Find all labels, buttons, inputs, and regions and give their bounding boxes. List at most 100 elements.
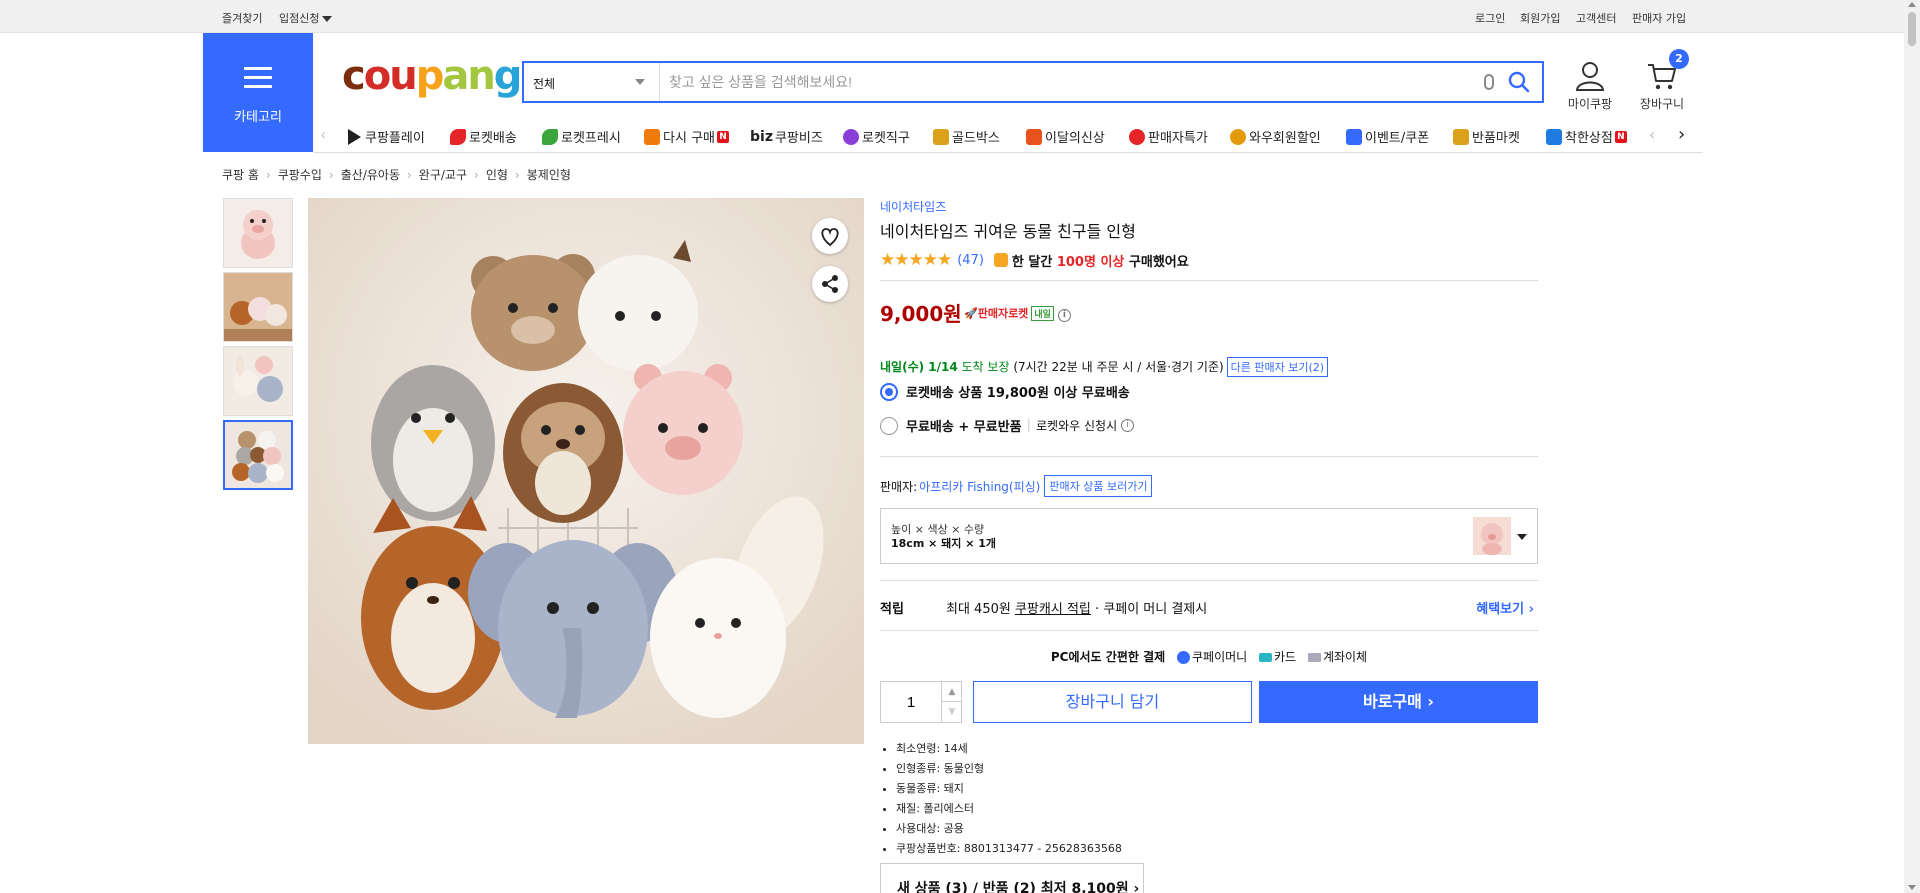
spec-item: 재질: 폴리에스터: [896, 800, 1122, 816]
spec-item: 사용대상: 공용: [896, 820, 1122, 836]
buyers-prefix: 한 달간: [1011, 254, 1057, 270]
nav-item-label: 착한상점: [1565, 131, 1613, 146]
nav-item-label: 로켓프레시: [561, 131, 621, 146]
nav-next-arrow-icon[interactable]: ›: [1678, 124, 1685, 145]
return-market-icon: [1453, 128, 1469, 145]
search-input[interactable]: [669, 71, 1469, 93]
breadcrumb-item[interactable]: 쿠팡 홈: [222, 168, 259, 182]
product-price: 9,000원: [880, 302, 962, 326]
add-to-cart-button[interactable]: 장바구니 담기: [973, 681, 1252, 723]
nav-item-good-store[interactable]: 착한상점 N: [1546, 127, 1627, 146]
seller-rocket-label: 판매자로켓: [977, 307, 1029, 320]
divider: [880, 630, 1538, 631]
nav-item-rocket-fresh[interactable]: 로켓프레시: [542, 127, 621, 146]
nav-item-rocket-global[interactable]: 로켓직구: [843, 127, 910, 146]
shipping-option-rocket[interactable]: 로켓배송 상품 19,800원 이상 무료배송: [880, 382, 1130, 401]
nav-item-repurchase[interactable]: 다시 구매 N: [644, 127, 729, 146]
nav-item-coupang-biz[interactable]: biz 쿠팡비즈: [750, 127, 823, 147]
breadcrumb-item[interactable]: 인형: [486, 168, 508, 182]
spec-item: 인형종류: 동물인형: [896, 760, 1122, 776]
new-badge: N: [716, 130, 729, 143]
breadcrumb-item[interactable]: 쿠팡수입: [278, 168, 322, 182]
coupang-cash-link[interactable]: 쿠팡캐시 적립: [1015, 602, 1091, 617]
nav-item-wow-discount[interactable]: 와우회원할인: [1230, 127, 1321, 146]
buy-now-button[interactable]: 바로구매 ›: [1259, 681, 1538, 723]
customer-center-link[interactable]: 고객센터: [1576, 10, 1616, 26]
signup-link[interactable]: 회원가입: [1520, 10, 1560, 26]
category-shortcut-nav: ‹ 쿠팡플레이 로켓배송 로켓프레시 다시 구매 N biz 쿠팡비즈 로켓직구 골…: [313, 123, 1703, 153]
product-main-image[interactable]: [308, 198, 864, 744]
search-scope-select[interactable]: 전체: [524, 63, 660, 101]
tomorrow-tag: 내일: [1031, 306, 1054, 321]
delivery-condition: (7시간 22분 내 주문 시 / 서울·경기 기준): [1013, 360, 1224, 374]
info-icon[interactable]: i: [1057, 309, 1071, 322]
breadcrumb-item[interactable]: 봉제인형: [527, 168, 571, 182]
new-icon: [1026, 128, 1042, 145]
points-label: 적립: [880, 602, 904, 617]
nav-prev-arrow-icon[interactable]: ‹: [1649, 125, 1655, 144]
delivery-date: 내일(수) 1/14: [880, 360, 958, 374]
option-select[interactable]: 높이 × 색상 × 수량 18cm × 돼지 × 1개: [880, 508, 1538, 564]
shipping-option-wow[interactable]: 무료배송 + 무료반품 | 로켓와우 신청시 i: [880, 416, 1135, 435]
nav-item-rocket-delivery[interactable]: 로켓배송: [450, 127, 517, 146]
product-thumbnail-selected[interactable]: [223, 420, 293, 490]
scroll-up-icon[interactable]: [1908, 2, 1916, 7]
favorites-link[interactable]: 즐겨찾기: [222, 10, 262, 26]
play-icon: [348, 128, 361, 145]
rocket-icon: 🚀: [964, 307, 978, 320]
category-menu-button[interactable]: 카테고리: [203, 33, 313, 152]
nav-item-coupang-play[interactable]: 쿠팡플레이: [348, 127, 425, 146]
brand-link[interactable]: 네이처타임즈: [880, 198, 946, 215]
quantity-input[interactable]: [881, 682, 941, 722]
nav-item-label: 이달의신상: [1045, 131, 1105, 146]
quantity-increase-icon[interactable]: ▲: [941, 682, 962, 702]
nav-item-monthly-new[interactable]: 이달의신상: [1026, 127, 1105, 146]
benefits-link[interactable]: 혜택보기 ›: [1476, 598, 1534, 617]
product-thumbnail[interactable]: [223, 198, 293, 268]
my-coupang-button[interactable]: 마이쿠팡: [1564, 60, 1616, 112]
shipping-option-note: 로켓와우 신청시: [1036, 419, 1118, 433]
search-icon[interactable]: [1508, 71, 1530, 93]
nav-item-label: 로켓배송: [469, 131, 517, 146]
info-icon[interactable]: i: [1121, 419, 1135, 432]
share-button[interactable]: [812, 266, 848, 302]
quantity-decrease-icon[interactable]: ▼: [941, 702, 962, 722]
nav-item-goldbox[interactable]: 골드박스: [933, 127, 1000, 146]
new-used-offers-button[interactable]: 새 상품 (3) / 반품 (2) 최저 8,100원 ›: [880, 863, 1144, 893]
seller-products-button[interactable]: 판매자 상품 보러가기: [1044, 475, 1153, 497]
nav-item-seller-deal[interactable]: 판매자특가: [1129, 127, 1208, 146]
option-value: 18cm × 돼지 × 1개: [891, 537, 997, 550]
product-specs-list: 최소연령: 14세 인형종류: 동물인형 동물종류: 돼지 재질: 폴리에스터 …: [896, 740, 1122, 860]
login-link[interactable]: 로그인: [1475, 10, 1505, 26]
rocket-fresh-icon: [542, 128, 558, 145]
quantity-stepper: ▲ ▼: [880, 681, 962, 723]
nav-item-return-market[interactable]: 반품마켓: [1453, 127, 1520, 146]
nav-prev-arrow-icon[interactable]: ‹: [320, 125, 326, 144]
scrollbar-thumb[interactable]: [1908, 12, 1916, 46]
option-thumbnail: [1473, 517, 1511, 555]
user-icon: [1575, 62, 1605, 91]
seller-name-link[interactable]: 아프리카 Fishing(피싱): [919, 478, 1040, 495]
breadcrumb: 쿠팡 홈 › 쿠팡수입 › 출산/유아동 › 완구/교구 › 인형 › 봉제인형: [222, 166, 571, 183]
nav-divider: [313, 152, 1703, 153]
breadcrumb-item[interactable]: 완구/교구: [419, 168, 467, 182]
radio-selected[interactable]: [880, 382, 898, 401]
coupang-logo[interactable]: coupang: [342, 54, 522, 98]
my-coupang-label: 마이쿠팡: [1567, 97, 1613, 111]
other-sellers-button[interactable]: 다른 판매자 보기(2): [1226, 357, 1329, 377]
radio-unselected[interactable]: [880, 416, 898, 435]
repurchase-icon: [644, 128, 660, 145]
seller-info: 판매자: 아프리카 Fishing(피싱) 판매자 상품 보러가기: [880, 475, 1153, 497]
nav-item-event-coupon[interactable]: 이벤트/쿠폰: [1346, 127, 1429, 146]
seller-signup-link[interactable]: 판매자 가입: [1632, 10, 1686, 26]
microphone-icon[interactable]: [1484, 74, 1494, 90]
seller-entry-dropdown[interactable]: 입점신청: [279, 10, 333, 26]
scroll-down-icon[interactable]: [1908, 885, 1916, 890]
search-scope-value: 전체: [533, 77, 556, 91]
wishlist-heart-button[interactable]: [812, 218, 848, 254]
page-scrollbar[interactable]: [1904, 0, 1920, 893]
review-count-link[interactable]: (47): [957, 253, 984, 268]
product-thumbnail[interactable]: [223, 272, 293, 342]
breadcrumb-item[interactable]: 출산/유아동: [341, 168, 400, 182]
product-thumbnail[interactable]: [223, 346, 293, 416]
